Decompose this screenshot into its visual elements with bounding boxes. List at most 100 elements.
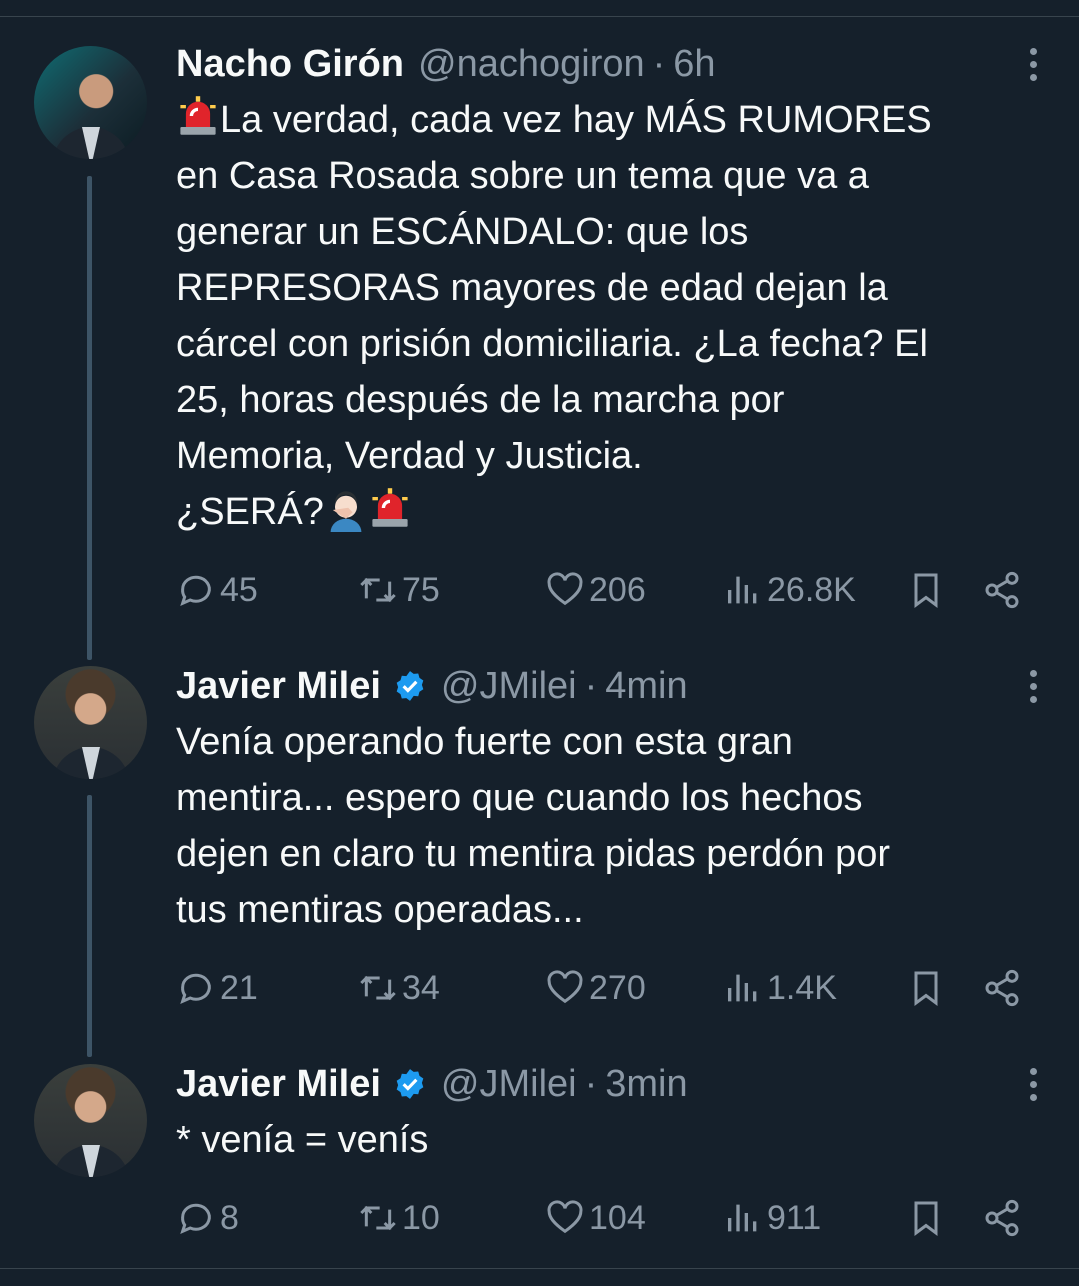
tweet-line: cárcel con prisión domiciliaria. ¿La fec…: [176, 323, 928, 365]
views-count: 26.8K: [767, 570, 856, 609]
retweet-icon: [360, 975, 396, 1001]
reply-button[interactable]: 8: [176, 1194, 239, 1242]
views-count: 1.4K: [767, 968, 837, 1007]
like-icon: [547, 1200, 583, 1234]
tweet-line: dejen en claro tu mentira pidas perdón p…: [176, 833, 891, 875]
retweet-button[interactable]: 10: [358, 1194, 440, 1242]
retweet-button[interactable]: 75: [358, 566, 440, 614]
author-name[interactable]: Javier Milei: [176, 1063, 381, 1106]
avatar-javier-milei[interactable]: [34, 666, 147, 779]
reply-count: 21: [220, 968, 258, 1007]
tweet-text: La verdad, cada vez hay MÁS RUMORES en C…: [176, 92, 1039, 540]
retweet-icon: [360, 1205, 396, 1231]
reply-icon: [180, 973, 211, 1005]
separator: ·: [584, 1062, 598, 1105]
avatar-nacho-giron[interactable]: [34, 46, 147, 159]
tweet-line: Memoria, Verdad y Justicia.: [176, 435, 643, 477]
tweet-line: mentira... espero que cuando los hechos: [176, 777, 863, 819]
author-name[interactable]: Javier Milei: [176, 665, 381, 708]
views-button[interactable]: 26.8K: [723, 566, 856, 614]
more-icon[interactable]: [1027, 1068, 1039, 1104]
like-button[interactable]: 206: [545, 566, 646, 614]
author-name[interactable]: Nacho Girón: [176, 43, 404, 86]
tweet-line: tus mentiras operadas...: [176, 889, 584, 931]
author-handle[interactable]: @nachogiron: [418, 43, 645, 86]
separator: ·: [584, 664, 598, 707]
verified-badge-icon: [396, 1069, 424, 1099]
reply-icon: [180, 575, 211, 607]
tweet-header: Javier Milei @JMilei · 4min: [176, 664, 1039, 708]
tweet-line: generar un ESCÁNDALO: que los: [176, 211, 749, 253]
thread-line: [87, 795, 92, 1057]
more-icon[interactable]: [1027, 48, 1039, 84]
tweet-2[interactable]: Javier Milei @JMilei · 4min Venía operan…: [176, 664, 1039, 938]
retweet-icon: [360, 577, 396, 603]
retweet-button[interactable]: 34: [358, 964, 440, 1012]
siren-emoji: [180, 96, 216, 135]
tweet-line: La verdad, cada vez hay MÁS RUMORES: [220, 99, 932, 141]
share-button[interactable]: [982, 1194, 1022, 1242]
like-count: 104: [589, 1198, 646, 1237]
tweet-line: 25, horas después de la marcha por: [176, 379, 785, 421]
share-icon: [985, 969, 1019, 1007]
share-icon: [985, 1199, 1019, 1237]
reply-button[interactable]: 45: [176, 566, 258, 614]
like-count: 270: [589, 968, 646, 1007]
reply-button[interactable]: 21: [176, 964, 258, 1012]
bookmark-icon: [914, 1201, 938, 1236]
views-count: 911: [767, 1198, 822, 1237]
bookmark-button[interactable]: [906, 1194, 946, 1242]
views-button[interactable]: 911: [723, 1194, 821, 1242]
retweet-count: 75: [402, 570, 440, 609]
retweet-count: 34: [402, 968, 440, 1007]
reply-icon: [180, 1203, 211, 1235]
share-button[interactable]: [982, 964, 1022, 1012]
tweet-3[interactable]: Javier Milei @JMilei · 3min * venía = ve…: [176, 1062, 1039, 1168]
more-icon[interactable]: [1027, 670, 1039, 706]
tweet-text: Venía operando fuerte con esta gran ment…: [176, 714, 1039, 938]
like-button[interactable]: 104: [545, 1194, 646, 1242]
like-button[interactable]: 270: [545, 964, 646, 1012]
bookmark-button[interactable]: [906, 566, 946, 614]
timestamp[interactable]: 4min: [605, 665, 687, 708]
views-icon: [728, 576, 757, 604]
avatar-javier-milei[interactable]: [34, 1064, 147, 1177]
reply-count: 8: [220, 1198, 239, 1237]
siren-emoji: [372, 488, 408, 527]
tweet-actions: 8 10 104 911: [176, 1194, 1040, 1242]
bottom-divider: [0, 1268, 1079, 1269]
tweet-actions: 45 75 206 26.8K: [176, 566, 1040, 614]
tweet-line: Venía operando fuerte con esta gran: [176, 721, 793, 763]
views-icon: [728, 1204, 757, 1232]
tweet-line: ¿SERÁ?: [176, 491, 324, 533]
like-count: 206: [589, 570, 646, 609]
views-icon: [728, 974, 757, 1002]
thread-line: [87, 176, 92, 660]
tweet-header: Javier Milei @JMilei · 3min: [176, 1062, 1039, 1106]
top-divider: [0, 16, 1079, 17]
tweet-line: * venía = venís: [176, 1119, 429, 1161]
bookmark-icon: [914, 971, 938, 1006]
like-icon: [547, 572, 583, 606]
tweet-line: en Casa Rosada sobre un tema que va a: [176, 155, 869, 197]
author-handle[interactable]: @JMilei: [441, 1063, 577, 1106]
tweet-text: * venía = venís: [176, 1112, 1039, 1168]
tweet-actions: 21 34 270 1.4K: [176, 964, 1040, 1012]
tweet-line: REPRESORAS mayores de edad dejan la: [176, 267, 888, 309]
tweet-1[interactable]: Nacho Girón @nachogiron · 6h La verdad, …: [176, 42, 1039, 540]
author-handle[interactable]: @JMilei: [441, 665, 577, 708]
bookmark-icon: [914, 573, 938, 608]
like-icon: [547, 970, 583, 1004]
facepalm-emoji: [330, 491, 362, 532]
retweet-count: 10: [402, 1198, 440, 1237]
tweet-header: Nacho Girón @nachogiron · 6h: [176, 42, 1039, 86]
timestamp[interactable]: 3min: [605, 1063, 687, 1106]
views-button[interactable]: 1.4K: [723, 964, 837, 1012]
reply-count: 45: [220, 570, 258, 609]
timestamp[interactable]: 6h: [673, 43, 715, 86]
bookmark-button[interactable]: [906, 964, 946, 1012]
separator: ·: [652, 42, 666, 85]
share-icon: [985, 571, 1019, 609]
verified-badge-icon: [396, 671, 424, 701]
share-button[interactable]: [982, 566, 1022, 614]
